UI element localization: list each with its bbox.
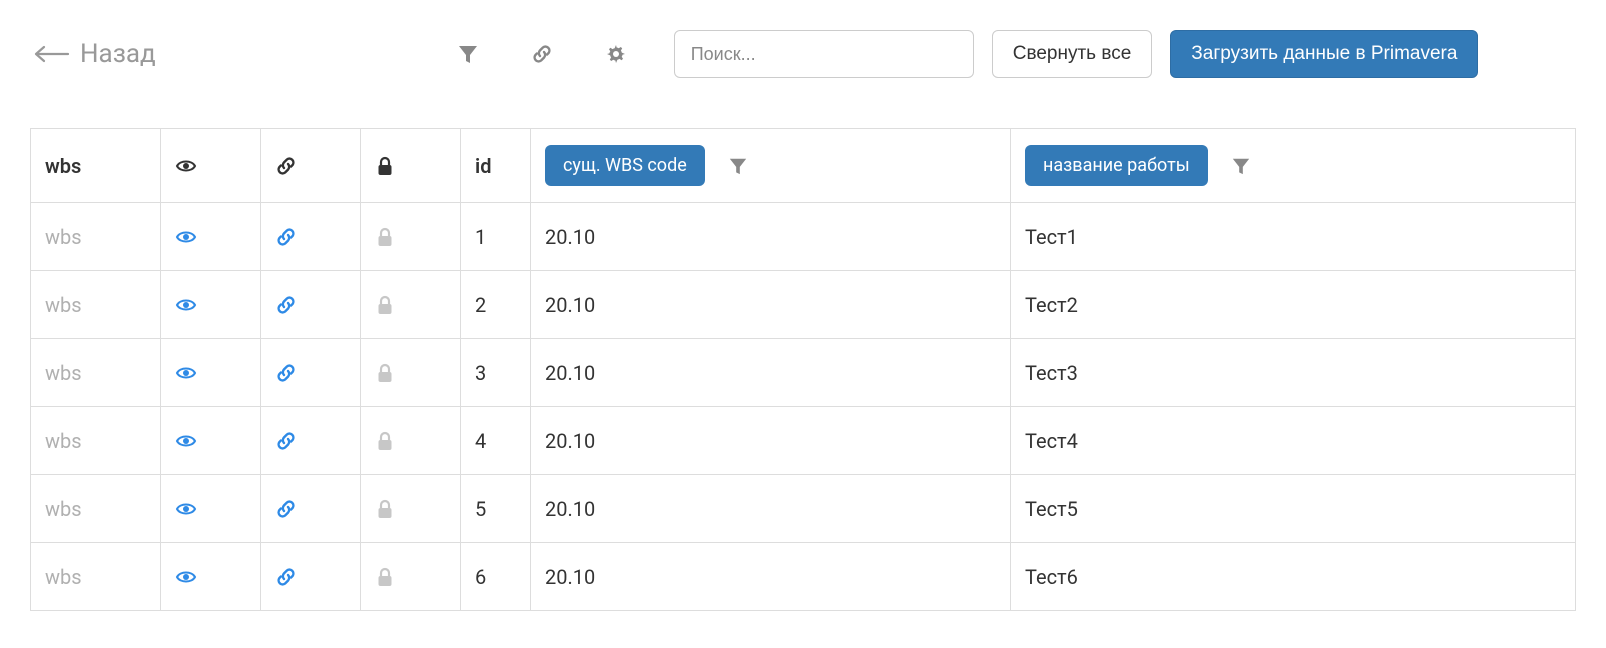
- cell-work-name: Тест5: [1011, 475, 1576, 543]
- collapse-all-button[interactable]: Свернуть все: [992, 30, 1153, 78]
- cell-id: 5: [461, 475, 531, 543]
- cell-wbs: wbs: [31, 407, 161, 475]
- cell-visibility[interactable]: [161, 203, 261, 271]
- cell-link[interactable]: [261, 475, 361, 543]
- filter-icon: [728, 156, 748, 176]
- cell-id: 1: [461, 203, 531, 271]
- cell-wbs-code: 20.10: [531, 271, 1011, 339]
- cell-wbs: wbs: [31, 475, 161, 543]
- lock-icon: [375, 567, 395, 587]
- cell-work-name: Тест3: [1011, 339, 1576, 407]
- table-row[interactable]: wbs 320.10Тест3: [31, 339, 1576, 407]
- link-icon: [275, 155, 297, 177]
- table-row[interactable]: wbs 420.10Тест4: [31, 407, 1576, 475]
- cell-wbs: wbs: [31, 271, 161, 339]
- back-label: Назад: [80, 39, 156, 69]
- cell-wbs: wbs: [31, 339, 161, 407]
- cell-link[interactable]: [261, 271, 361, 339]
- arrow-left-icon: [30, 44, 74, 64]
- eye-icon: [175, 567, 197, 587]
- cell-visibility[interactable]: [161, 407, 261, 475]
- header-wbs-code[interactable]: сущ. WBS code: [531, 129, 1011, 203]
- cell-work-name: Тест1: [1011, 203, 1576, 271]
- link-button[interactable]: [528, 40, 556, 68]
- cell-link[interactable]: [261, 203, 361, 271]
- cell-lock[interactable]: [361, 203, 461, 271]
- back-button[interactable]: Назад: [30, 39, 156, 69]
- link-icon: [275, 226, 297, 248]
- work-name-pill[interactable]: название работы: [1025, 145, 1208, 186]
- lock-icon: [375, 363, 395, 383]
- work-name-filter[interactable]: [1231, 156, 1251, 176]
- cell-lock[interactable]: [361, 475, 461, 543]
- cell-wbs: wbs: [31, 543, 161, 611]
- eye-icon: [175, 156, 197, 176]
- link-icon: [275, 498, 297, 520]
- lock-icon: [375, 227, 395, 247]
- cell-id: 2: [461, 271, 531, 339]
- link-icon: [275, 294, 297, 316]
- lock-icon: [375, 295, 395, 315]
- eye-icon: [175, 431, 197, 451]
- header-visibility[interactable]: [161, 129, 261, 203]
- cell-link[interactable]: [261, 339, 361, 407]
- table-row[interactable]: wbs 220.10Тест2: [31, 271, 1576, 339]
- cell-wbs-code: 20.10: [531, 475, 1011, 543]
- cell-id: 3: [461, 339, 531, 407]
- eye-icon: [175, 295, 197, 315]
- filter-icon: [457, 43, 479, 65]
- header-link[interactable]: [261, 129, 361, 203]
- cell-work-name: Тест6: [1011, 543, 1576, 611]
- toolbar: Назад Свернуть все Загрузить данные в Pr…: [30, 30, 1576, 78]
- table-header-row: wbs id сущ. WBS code: [31, 129, 1576, 203]
- cell-work-name: Тест2: [1011, 271, 1576, 339]
- link-icon: [275, 362, 297, 384]
- cell-wbs-code: 20.10: [531, 543, 1011, 611]
- header-work-name[interactable]: название работы: [1011, 129, 1576, 203]
- table-row[interactable]: wbs 520.10Тест5: [31, 475, 1576, 543]
- lock-icon: [375, 156, 395, 176]
- cell-wbs-code: 20.10: [531, 203, 1011, 271]
- cell-wbs-code: 20.10: [531, 339, 1011, 407]
- table-row[interactable]: wbs 120.10Тест1: [31, 203, 1576, 271]
- eye-icon: [175, 227, 197, 247]
- filter-button[interactable]: [454, 40, 482, 68]
- cell-id: 4: [461, 407, 531, 475]
- cell-lock[interactable]: [361, 543, 461, 611]
- cell-lock[interactable]: [361, 407, 461, 475]
- search-input[interactable]: [674, 30, 974, 78]
- table-row[interactable]: wbs 620.10Тест6: [31, 543, 1576, 611]
- settings-button[interactable]: [602, 40, 630, 68]
- cell-visibility[interactable]: [161, 543, 261, 611]
- cell-work-name: Тест4: [1011, 407, 1576, 475]
- link-icon: [275, 430, 297, 452]
- cell-visibility[interactable]: [161, 339, 261, 407]
- lock-icon: [375, 499, 395, 519]
- link-icon: [531, 43, 553, 65]
- lock-icon: [375, 431, 395, 451]
- cell-visibility[interactable]: [161, 271, 261, 339]
- cell-wbs: wbs: [31, 203, 161, 271]
- cell-lock[interactable]: [361, 271, 461, 339]
- eye-icon: [175, 499, 197, 519]
- gear-icon: [605, 43, 627, 65]
- header-id[interactable]: id: [461, 129, 531, 203]
- cell-visibility[interactable]: [161, 475, 261, 543]
- filter-icon: [1231, 156, 1251, 176]
- link-icon: [275, 566, 297, 588]
- cell-lock[interactable]: [361, 339, 461, 407]
- wbs-code-filter[interactable]: [728, 156, 748, 176]
- header-lock[interactable]: [361, 129, 461, 203]
- cell-link[interactable]: [261, 543, 361, 611]
- cell-wbs-code: 20.10: [531, 407, 1011, 475]
- load-primavera-button[interactable]: Загрузить данные в Primavera: [1170, 30, 1478, 78]
- eye-icon: [175, 363, 197, 383]
- data-table: wbs id сущ. WBS code: [30, 128, 1576, 611]
- wbs-code-pill[interactable]: сущ. WBS code: [545, 145, 705, 186]
- cell-id: 6: [461, 543, 531, 611]
- cell-link[interactable]: [261, 407, 361, 475]
- header-wbs[interactable]: wbs: [31, 129, 161, 203]
